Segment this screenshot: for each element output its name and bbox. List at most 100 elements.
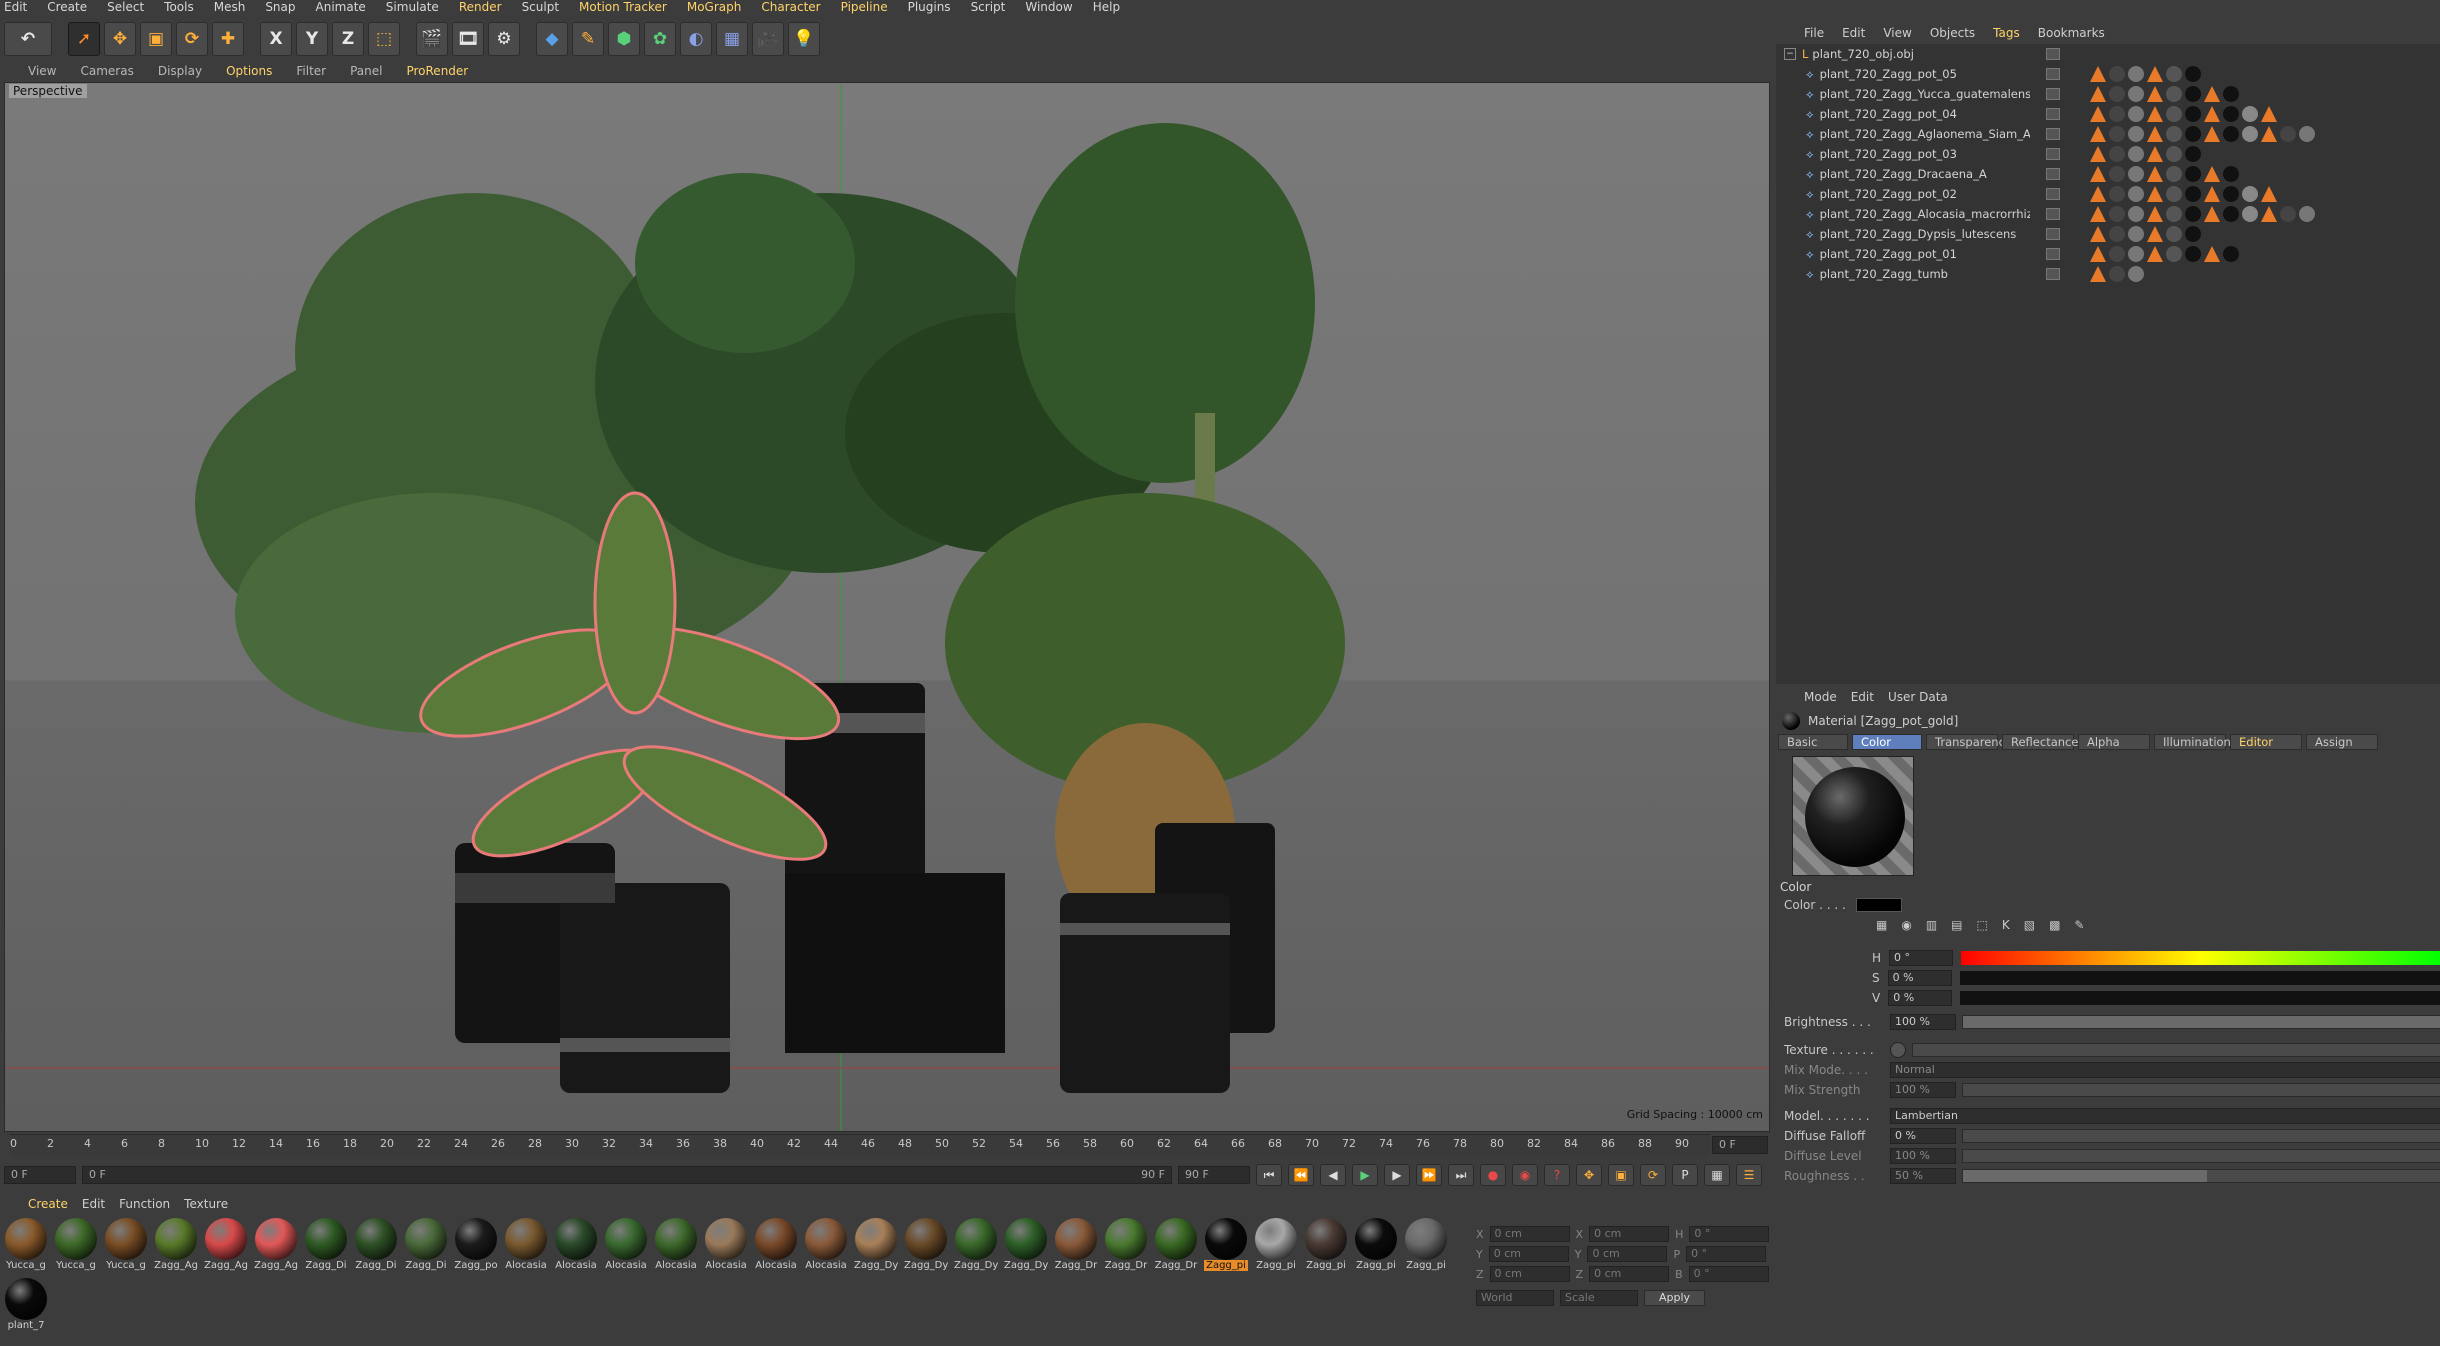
render-settings-icon[interactable]: ⚙: [488, 22, 520, 56]
material-tag-icon[interactable]: [2128, 206, 2144, 222]
color-wheel-icon[interactable]: ▦: [1876, 918, 1887, 932]
keyframe-selection-icon[interactable]: ?: [1544, 1164, 1570, 1186]
material-swatch[interactable]: Zagg_Ag: [154, 1218, 198, 1274]
material-menu-function[interactable]: Function: [119, 1195, 170, 1213]
viewport-menu-display[interactable]: Display: [158, 62, 202, 80]
menu-tools[interactable]: Tools: [164, 0, 194, 15]
material-tag-icon[interactable]: [2185, 146, 2201, 162]
menu-snap[interactable]: Snap: [265, 0, 295, 15]
material-tag-icon[interactable]: [2242, 106, 2258, 122]
rotation-p-field[interactable]: 0 °: [1686, 1246, 1767, 1262]
material-tag-icon[interactable]: [2166, 186, 2182, 202]
tab-reflectance[interactable]: Reflectance: [2002, 734, 2078, 750]
material-tag-icon[interactable]: [2109, 206, 2125, 222]
material-tag-icon[interactable]: [2242, 126, 2258, 142]
select-arrow-icon[interactable]: ➚: [68, 22, 100, 56]
material-tag-icon[interactable]: [2204, 86, 2220, 102]
current-frame-field[interactable]: 0 F: [1712, 1136, 1768, 1156]
key-pla-icon[interactable]: ▦: [1704, 1164, 1730, 1186]
material-swatch[interactable]: Zagg_pi: [1304, 1218, 1348, 1274]
material-swatch[interactable]: Zagg_Dy: [1004, 1218, 1048, 1274]
visibility-toggle[interactable]: [2046, 168, 2060, 180]
material-tag-icon[interactable]: [2204, 166, 2220, 182]
objects-menu-view[interactable]: View: [1883, 24, 1911, 42]
tab-alpha[interactable]: Alpha: [2078, 734, 2150, 750]
material-tag-icon[interactable]: [2147, 126, 2163, 142]
material-tag-icon[interactable]: [2242, 206, 2258, 222]
menu-sculpt[interactable]: Sculpt: [522, 0, 559, 15]
material-tag-icon[interactable]: [2166, 226, 2182, 242]
material-tag-icon[interactable]: [2166, 106, 2182, 122]
visibility-toggle[interactable]: [2046, 228, 2060, 240]
objects-menu-bookmarks[interactable]: Bookmarks: [2038, 24, 2105, 42]
menu-select[interactable]: Select: [107, 0, 144, 15]
x-axis-icon[interactable]: X: [260, 22, 292, 56]
menu-script[interactable]: Script: [971, 0, 1006, 15]
material-tag-icon[interactable]: [2147, 66, 2163, 82]
viewport-menu-view[interactable]: View: [28, 62, 56, 80]
material-tag-icon[interactable]: [2109, 146, 2125, 162]
material-tag-icon[interactable]: [2090, 226, 2106, 242]
rotation-b-field[interactable]: 0 °: [1688, 1266, 1769, 1282]
material-tag-icon[interactable]: [2090, 266, 2106, 282]
diffuse-level-slider[interactable]: [1962, 1149, 2440, 1163]
hue-field[interactable]: 0 °: [1889, 950, 1954, 966]
material-swatch[interactable]: Zagg_Dy: [904, 1218, 948, 1274]
material-tag-icon[interactable]: [2185, 66, 2201, 82]
material-tag-icon[interactable]: [2166, 166, 2182, 182]
material-tag-icon[interactable]: [2204, 206, 2220, 222]
material-swatch[interactable]: Yucca_g: [104, 1218, 148, 1274]
menu-window[interactable]: Window: [1025, 0, 1072, 15]
material-tag-icon[interactable]: [2147, 106, 2163, 122]
material-swatch[interactable]: Alocasia: [804, 1218, 848, 1274]
material-tag-icon[interactable]: [2223, 126, 2239, 142]
visibility-toggle[interactable]: [2046, 88, 2060, 100]
material-tag-icon[interactable]: [2185, 206, 2201, 222]
material-tag-icon[interactable]: [2204, 126, 2220, 142]
material-tag-icon[interactable]: [2280, 126, 2296, 142]
menu-motion-tracker[interactable]: Motion Tracker: [579, 0, 667, 15]
texture-slot[interactable]: [1912, 1043, 2440, 1057]
tab-editor[interactable]: Editor: [2230, 734, 2302, 750]
material-tag-icon[interactable]: [2109, 106, 2125, 122]
viewport-menu-options[interactable]: Options: [226, 62, 272, 80]
position-z-field[interactable]: 0 cm: [1489, 1266, 1570, 1282]
visibility-toggle[interactable]: [2046, 48, 2060, 60]
render-picture-viewer-icon[interactable]: 🎞: [452, 22, 484, 56]
light-icon[interactable]: 💡: [788, 22, 820, 56]
material-menu-create[interactable]: Create: [28, 1195, 68, 1213]
material-tag-icon[interactable]: [2109, 66, 2125, 82]
material-tag-icon[interactable]: [2128, 266, 2144, 282]
size-z-field[interactable]: 0 cm: [1589, 1266, 1670, 1282]
previous-key-icon[interactable]: ⏪: [1288, 1164, 1314, 1186]
material-tag-icon[interactable]: [2204, 246, 2220, 262]
material-tag-icon[interactable]: [2166, 86, 2182, 102]
material-tag-icon[interactable]: [2185, 226, 2201, 242]
collapse-icon[interactable]: −: [1784, 48, 1796, 60]
material-tag-icon[interactable]: [2223, 186, 2239, 202]
object-row[interactable]: ⟡ plant_720_Zagg_pot_01: [1776, 244, 2440, 264]
material-tag-icon[interactable]: [2128, 226, 2144, 242]
visibility-toggle[interactable]: [2046, 148, 2060, 160]
material-swatch[interactable]: Zagg_pi: [1354, 1218, 1398, 1274]
material-menu-texture[interactable]: Texture: [184, 1195, 228, 1213]
object-row[interactable]: ⟡ plant_720_Zagg_pot_04: [1776, 104, 2440, 124]
coordinate-system-icon[interactable]: ⬚: [368, 22, 400, 56]
tab-basic[interactable]: Basic: [1778, 734, 1848, 750]
roughness-slider[interactable]: [1962, 1169, 2440, 1183]
diffuse-falloff-slider[interactable]: [1962, 1129, 2440, 1143]
visibility-toggle[interactable]: [2046, 208, 2060, 220]
rotation-h-field[interactable]: 0 °: [1689, 1226, 1770, 1242]
camera-icon[interactable]: 🎥: [752, 22, 784, 56]
material-tag-icon[interactable]: [2128, 106, 2144, 122]
undo-icon[interactable]: ↶: [4, 22, 52, 56]
material-tag-icon[interactable]: [2128, 86, 2144, 102]
auto-keying-icon[interactable]: ◉: [1512, 1164, 1538, 1186]
material-tag-icon[interactable]: [2185, 166, 2201, 182]
attr-menu-mode[interactable]: Mode: [1804, 688, 1837, 706]
hsv-icon[interactable]: ⬚: [1977, 918, 1988, 932]
material-tag-icon[interactable]: [2223, 206, 2239, 222]
scale-dropdown[interactable]: Scale: [1560, 1290, 1638, 1306]
object-row[interactable]: ⟡ plant_720_Zagg_pot_03: [1776, 144, 2440, 164]
position-y-field[interactable]: 0 cm: [1488, 1246, 1569, 1262]
